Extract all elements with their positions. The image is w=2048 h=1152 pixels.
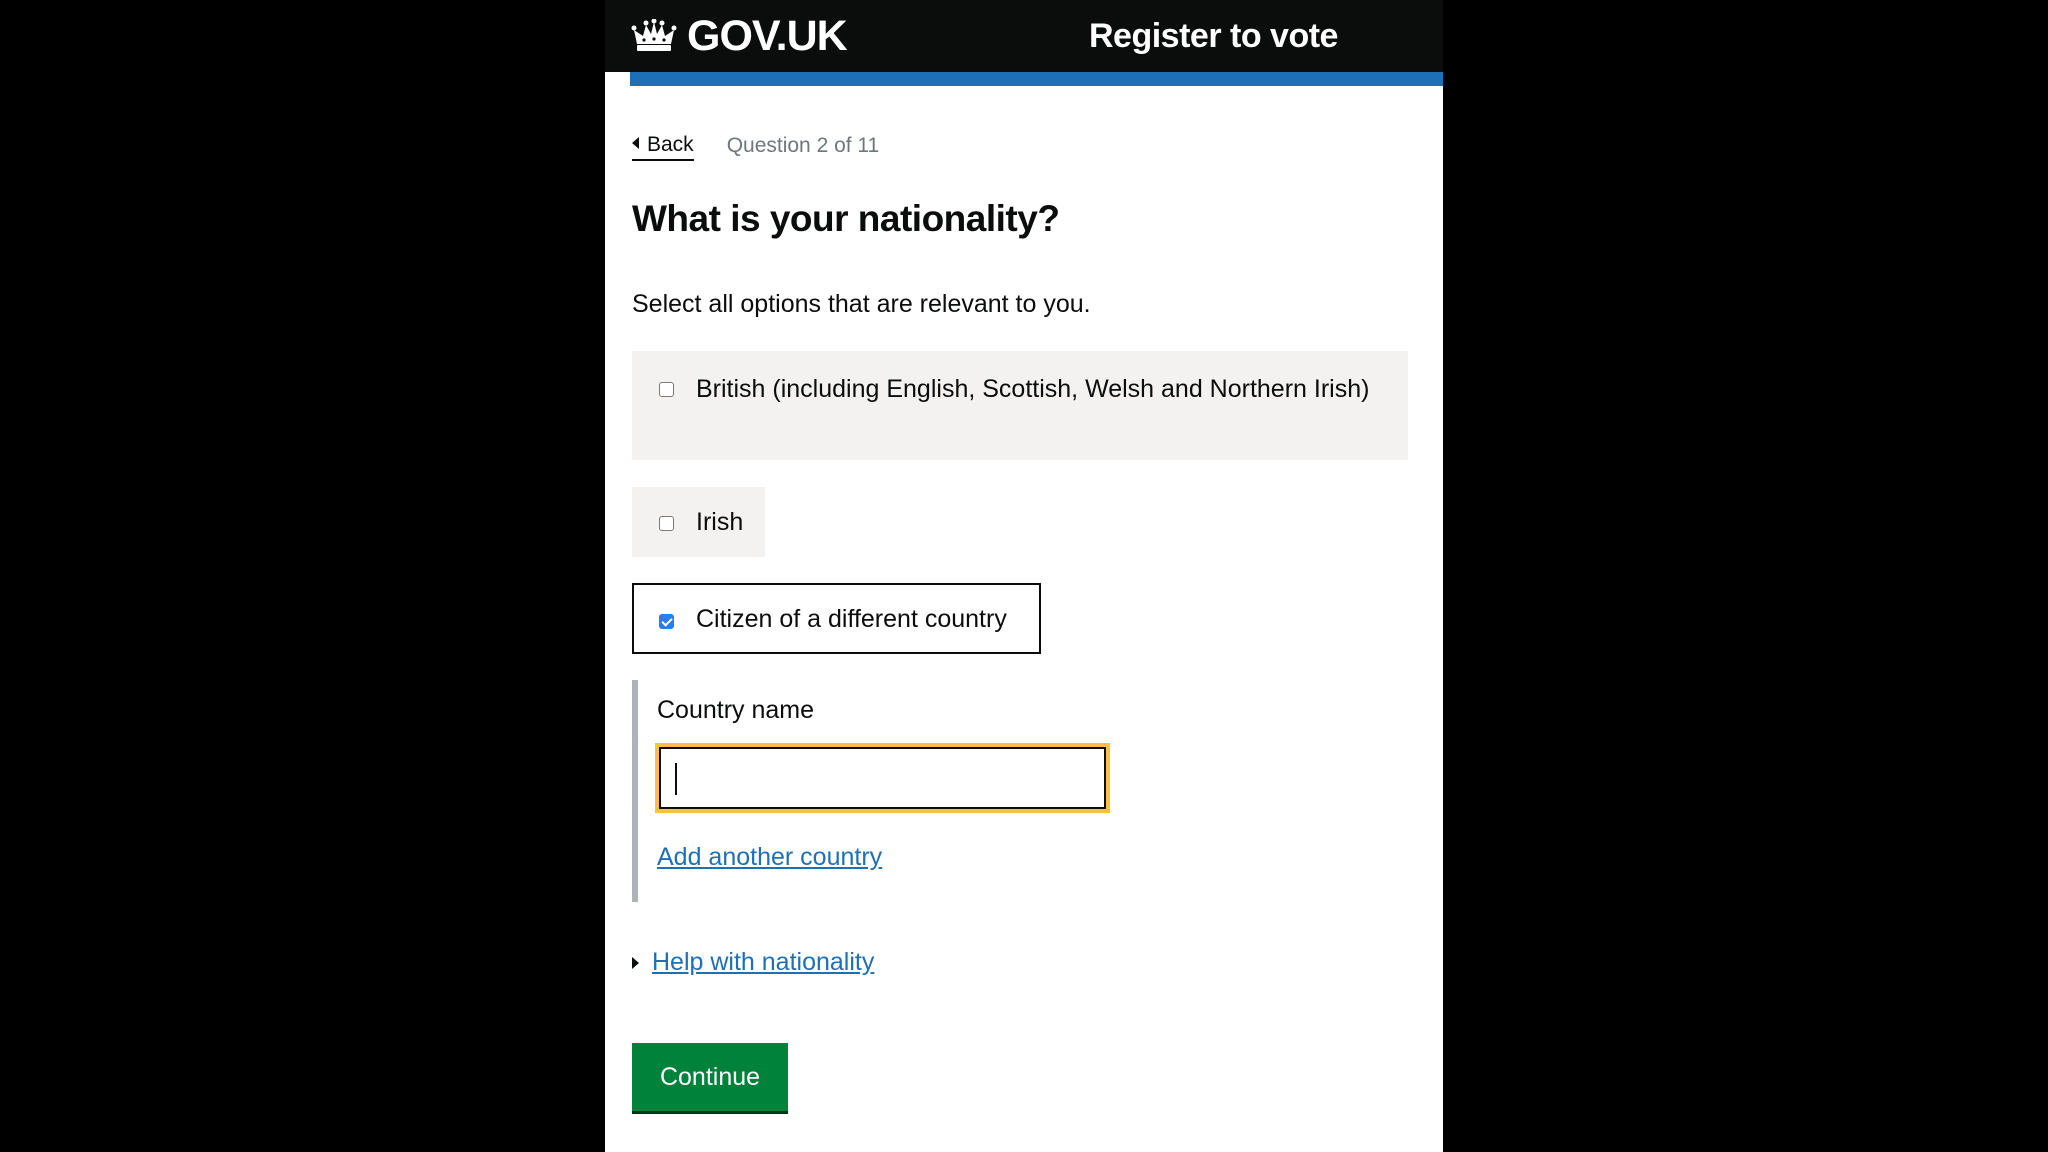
site-header: GOV.UK Register to vote	[605, 0, 1443, 72]
text-cursor	[675, 763, 677, 795]
country-name-input[interactable]	[655, 743, 1110, 813]
option-british[interactable]: British (including English, Scottish, We…	[632, 351, 1408, 460]
checkbox-british[interactable]	[659, 382, 674, 397]
add-another-country-link[interactable]: Add another country	[657, 843, 882, 872]
option-other-country-label: Citizen of a different country	[696, 605, 1007, 633]
back-row: Back Question 2 of 11	[632, 130, 879, 162]
option-british-label: British (including English, Scottish, We…	[696, 375, 1370, 403]
browser-viewport: GOV.UK Register to vote Back Question 2 …	[605, 0, 1443, 1152]
question-progress: Question 2 of 11	[726, 134, 880, 157]
continue-button[interactable]: Continue	[632, 1043, 788, 1111]
logo-text: GOV.UK	[687, 12, 848, 60]
question-hint: Select all options that are relevant to …	[632, 290, 1091, 318]
country-name-label: Country name	[657, 696, 815, 724]
back-label: Back	[647, 132, 694, 156]
header-accent-bar	[630, 72, 1443, 86]
country-reveal-panel: Country name Add another country	[632, 680, 1132, 902]
govuk-logo-link[interactable]: GOV.UK	[631, 12, 848, 60]
checkbox-irish[interactable]	[659, 516, 674, 531]
triangle-right-icon	[632, 956, 639, 969]
back-link[interactable]: Back	[632, 132, 694, 161]
option-other-country[interactable]: Citizen of a different country	[632, 583, 1041, 654]
checkbox-other-country[interactable]	[659, 614, 674, 629]
help-details[interactable]: Help with nationality	[632, 948, 874, 977]
page-title: What is your nationality?	[632, 198, 1060, 239]
service-name-link[interactable]: Register to vote	[1089, 14, 1338, 58]
crown-icon	[631, 19, 677, 51]
help-with-nationality-link[interactable]: Help with nationality	[652, 948, 874, 977]
option-irish-label: Irish	[696, 508, 744, 536]
option-irish[interactable]: Irish	[632, 487, 765, 557]
triangle-left-icon	[632, 136, 639, 149]
